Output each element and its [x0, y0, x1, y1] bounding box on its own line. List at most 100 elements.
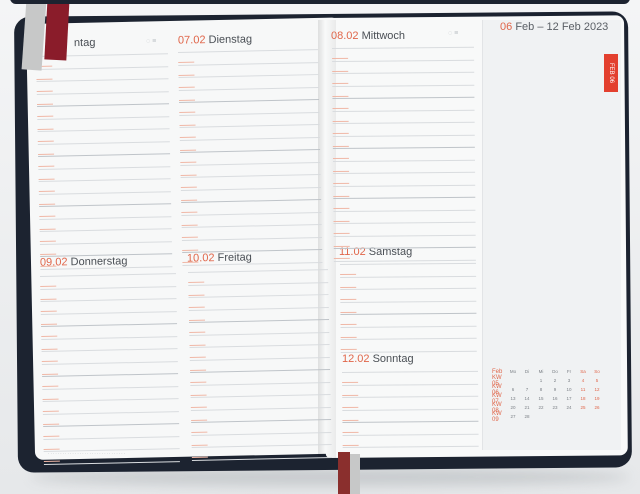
day-date: 12.02: [342, 353, 370, 365]
lines-tuesday: [178, 49, 323, 266]
ruled-line: [332, 122, 475, 137]
ruled-line: [332, 85, 475, 99]
mini-cal-day: 22: [538, 405, 544, 410]
mini-cal-day: 4: [581, 378, 585, 383]
mini-cal-dow: Mi: [538, 369, 544, 374]
mini-cal-day: 15: [538, 396, 544, 401]
mini-cal-day: 28: [524, 414, 530, 419]
mini-cal-day: 8: [539, 387, 543, 392]
mini-cal-day: 17: [566, 396, 572, 401]
ruled-line: [340, 338, 477, 353]
mini-cal-day: 10: [566, 387, 572, 392]
mini-cal-week-row: KW 06 6 7 8 9 10 11 12: [492, 384, 618, 396]
lines-friday: [188, 269, 332, 461]
ruled-line: [340, 326, 477, 340]
day-date: 07.02: [177, 34, 206, 47]
mini-cal-week-number: KW 09: [492, 410, 502, 423]
ruled-line: [342, 434, 479, 448]
ruled-line: [342, 396, 479, 411]
mini-cal-day: 21: [524, 405, 530, 410]
day-sunday: 12.02 Sonntag: [342, 353, 414, 365]
mini-cal-day: 3: [567, 378, 571, 383]
ruled-line: [340, 313, 477, 328]
ruled-line: [342, 384, 479, 398]
lines-wednesday: [332, 46, 476, 262]
mini-cal-dow: Mo: [509, 369, 517, 374]
ruled-line: [340, 276, 477, 290]
mini-cal-day: 23: [552, 405, 558, 410]
mini-cal-day: 5: [595, 378, 599, 383]
mini-calendar: Feb Mo Di Mi Do Fr Sa So KW 05 1 2 3 4 5 KW 06…: [492, 367, 618, 423]
day-name: ntag: [73, 36, 96, 50]
ruled-line: [332, 47, 475, 62]
ruled-line: [342, 409, 479, 423]
ruled-line: [332, 160, 476, 174]
week-range: 06 Feb – 12 Feb 2023: [500, 21, 608, 33]
day-tuesday: 07.02 Dienstag: [178, 33, 252, 46]
mini-cal-day: 27: [510, 414, 516, 419]
mini-cal-day: 2: [553, 378, 557, 383]
ruled-line: [332, 147, 475, 162]
ruled-line: [333, 222, 476, 237]
mini-cal-day: 26: [594, 405, 600, 410]
mini-cal-day: 12: [594, 387, 600, 392]
mini-cal-dow: Do: [552, 369, 558, 374]
mini-cal-day: 9: [553, 387, 557, 392]
ruled-line: [340, 288, 477, 303]
day-name: Mittwoch: [361, 30, 405, 42]
day-name: Sonntag: [372, 353, 414, 365]
mini-cal-week-row: KW 07 13 14 15 16 17 18 19: [492, 393, 618, 405]
week-start-num: 06: [500, 21, 513, 33]
ruled-line: [333, 235, 476, 249]
ruled-line: [342, 421, 479, 436]
mini-cal-week-row: KW 08 20 21 22 23 24 25 26: [492, 402, 618, 414]
mini-cal-weeks: KW 05 1 2 3 4 5 KW 06 6 7 8 9 10 11 12 KW 07 13 14 15 16 17…: [492, 375, 618, 423]
mini-cal-day: 13: [510, 396, 516, 401]
ruled-line: [332, 135, 475, 149]
mini-cal-dow: Fr: [566, 369, 572, 374]
week-tab: FEB 06: [604, 54, 618, 92]
week-sep: –: [537, 21, 544, 33]
mini-cal-day: 19: [594, 396, 600, 401]
ruled-line: [333, 172, 476, 187]
week-end: 12 Feb 2023: [546, 21, 609, 33]
ruled-line: [332, 110, 475, 124]
ruled-line: [333, 247, 476, 262]
week-start-month: Feb: [515, 21, 535, 33]
lines-thursday: [40, 273, 180, 465]
mini-cal-day: 11: [580, 387, 586, 392]
mini-cal-day: 6: [511, 387, 515, 392]
ruled-line: [340, 263, 477, 278]
ruled-line: [333, 197, 476, 212]
mini-cal-week-row: KW 09 27 28: [492, 410, 618, 423]
mini-cal-day: 20: [510, 405, 516, 410]
weather-icon: ◌ ≡: [448, 30, 459, 37]
mini-cal-dow: So: [594, 369, 600, 374]
ruled-line: [342, 371, 479, 386]
mini-cal-week-row: KW 05 1 2 3 4 5: [492, 375, 618, 387]
ruled-line: [333, 185, 476, 199]
ruled-line: [333, 210, 476, 224]
mini-cal-dow: Di: [524, 369, 530, 374]
day-date: 08.02: [331, 30, 359, 42]
cover-top-edge: [10, 0, 630, 4]
mini-cal-dow: Sa: [580, 369, 586, 374]
weather-icon: ◌ ≡: [146, 38, 157, 45]
day-monday: ntag: [74, 37, 96, 49]
mini-cal-day: 18: [580, 396, 586, 401]
mini-cal-day: 24: [566, 405, 572, 410]
mini-cal-day: 25: [580, 405, 586, 410]
day-name: Dienstag: [208, 33, 253, 47]
mini-cal-day: 1: [539, 378, 543, 383]
ruled-line: [340, 301, 477, 315]
bookmark-ribbon-red-bottom: [338, 452, 350, 494]
day-wednesday: 08.02 Mittwoch: [331, 30, 405, 42]
lines-saturday: [340, 262, 477, 353]
bookmark-ribbon-grey-bottom: [350, 454, 360, 494]
bookmark-ribbon-red: [44, 0, 70, 61]
ruled-line: [332, 97, 475, 112]
lines-sunday: [342, 370, 479, 448]
footer-note: · · · · · · · · · · · · · · · · · · · · …: [48, 451, 126, 456]
mini-cal-day: 14: [524, 396, 530, 401]
mini-cal-header-row: Feb Mo Di Mi Do Fr Sa So: [492, 367, 618, 376]
